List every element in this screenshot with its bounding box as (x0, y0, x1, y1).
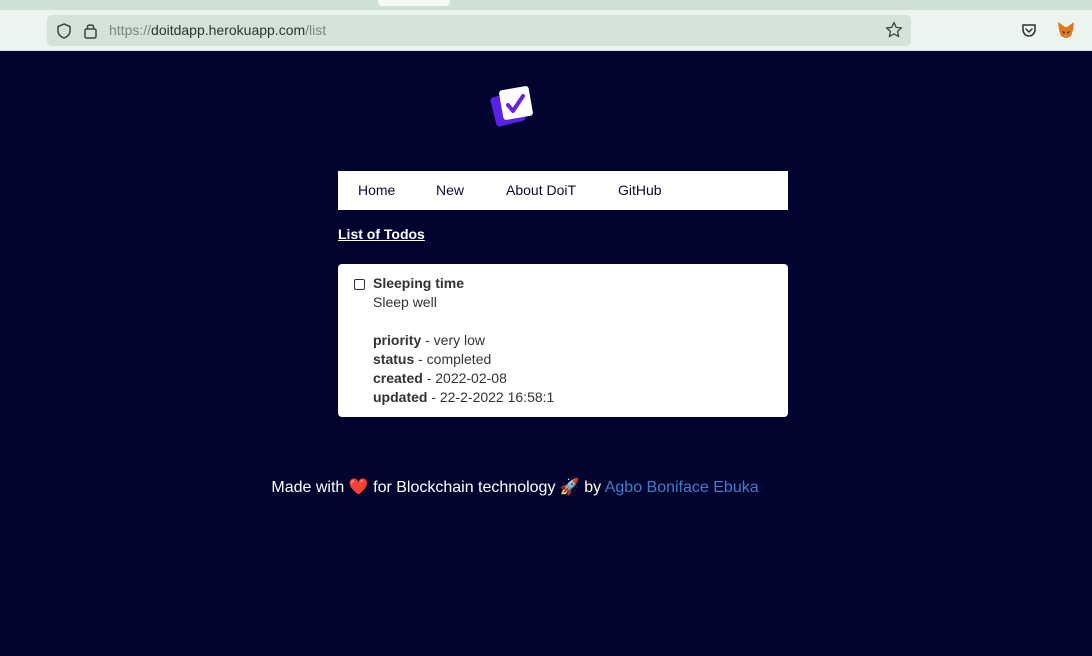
author-link[interactable]: Agbo Boniface Ebuka (605, 479, 759, 496)
todo-card: Sleeping time Sleep well priority - very… (338, 264, 788, 417)
footer: Made with ❤️ for Blockchain technology 🚀… (0, 477, 1030, 497)
url-text[interactable]: https://doitdapp.herokuapp.com/list (109, 22, 326, 38)
active-tab[interactable] (378, 0, 450, 6)
doit-logo (490, 86, 533, 127)
metamask-fox-icon[interactable] (1056, 20, 1076, 40)
nav-about-link[interactable]: About DoiT (506, 182, 576, 198)
todo-title: Sleeping time (373, 275, 465, 291)
status-value: - completed (414, 351, 492, 367)
todo-created: created - 2022-02-08 (373, 370, 507, 386)
created-value: - 2022-02-08 (422, 370, 507, 386)
todo-updated: updated - 22-2-2022 16:58:1 (373, 389, 554, 405)
todo-priority: priority - very low (373, 332, 485, 348)
tab-strip (0, 0, 1092, 10)
heart-icon: ❤️ (348, 479, 369, 496)
footer-for-text: for Blockchain technology (368, 479, 560, 496)
url-prefix: https:// (109, 22, 152, 38)
url-bar[interactable]: https://doitdapp.herokuapp.com/list (47, 15, 911, 46)
footer-by-text: by (579, 479, 605, 496)
lock-icon[interactable] (83, 22, 98, 39)
rocket-icon: 🚀 (559, 479, 580, 496)
footer-made-with: Made with (271, 479, 349, 496)
status-label: status (373, 351, 415, 367)
pocket-icon[interactable] (1021, 22, 1037, 38)
priority-label: priority (373, 332, 422, 348)
bookmark-star-icon[interactable] (885, 21, 903, 39)
todo-status: status - completed (373, 351, 491, 367)
url-path: /list (305, 22, 327, 38)
updated-label: updated (373, 389, 428, 405)
todo-checkbox[interactable] (354, 279, 365, 290)
browser-toolbar: https://doitdapp.herokuapp.com/list (0, 10, 1092, 51)
nav-home-link[interactable]: Home (358, 182, 395, 198)
nav-github-link[interactable]: GitHub (618, 182, 662, 198)
nav-new-link[interactable]: New (436, 182, 464, 198)
shield-icon[interactable] (56, 23, 72, 39)
main-nav: Home New About DoiT GitHub (338, 171, 788, 210)
todo-description: Sleep well (373, 294, 437, 310)
created-label: created (373, 370, 423, 386)
page-heading[interactable]: List of Todos (338, 226, 425, 242)
updated-value: - 22-2-2022 16:58:1 (427, 389, 555, 405)
priority-value: - very low (421, 332, 486, 348)
url-host: doitdapp.herokuapp.com (151, 22, 306, 38)
